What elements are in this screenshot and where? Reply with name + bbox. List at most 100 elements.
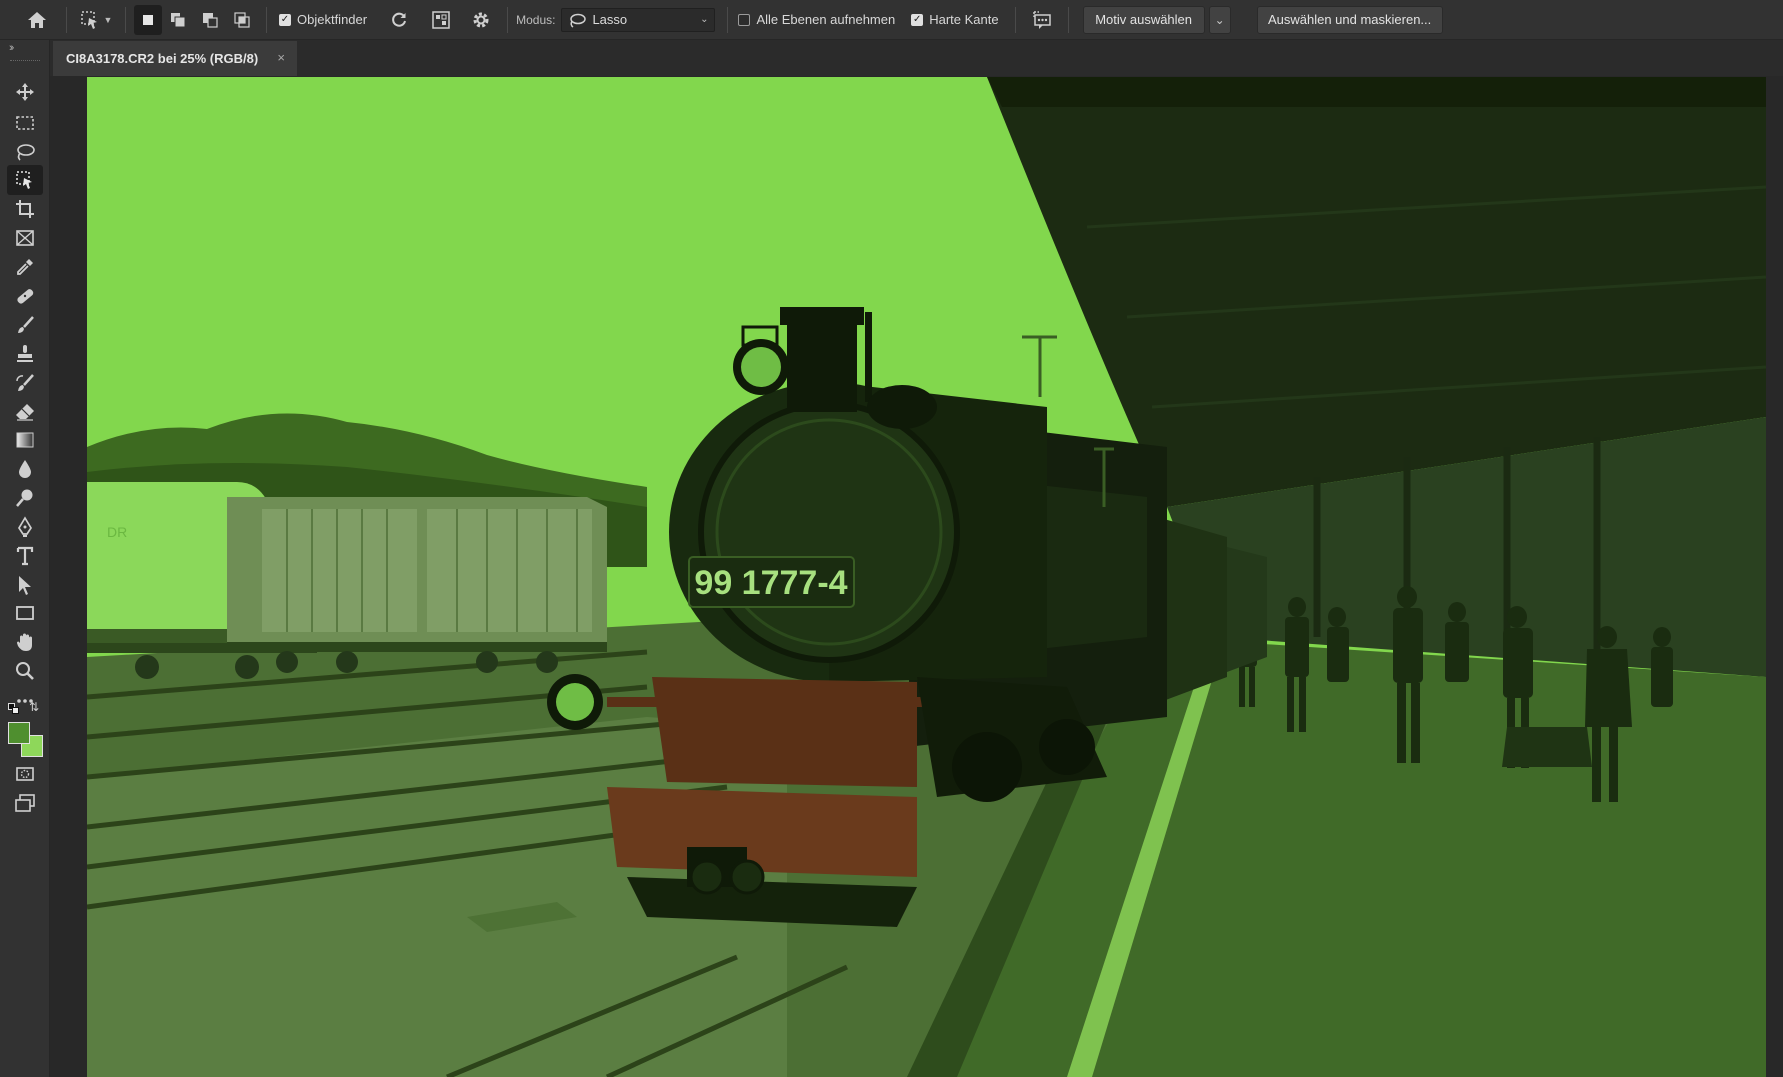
type-tool[interactable] — [7, 541, 43, 571]
object-selection-tool[interactable] — [7, 165, 43, 195]
document-tab-title: CI8A3178.CR2 bei 25% (RGB/8) — [66, 51, 259, 66]
alle-ebenen-checkbox[interactable]: Alle Ebenen aufnehmen — [738, 12, 895, 27]
options-bar: ▼ ✓ Objektfinder Modus: Lasso ⌄ Alle Ebe… — [0, 0, 1783, 40]
healing-brush-icon — [17, 289, 34, 304]
healing-brush-tool[interactable] — [7, 281, 43, 311]
clone-stamp-tool[interactable] — [7, 339, 43, 369]
separator — [727, 6, 729, 33]
screen-mode-icon — [15, 794, 35, 812]
intersect-selection-icon — [234, 11, 250, 28]
separator — [507, 6, 509, 33]
checkbox-checked-icon[interactable]: ✓ — [911, 13, 924, 26]
object-selection-icon — [16, 171, 32, 189]
tools-panel: ›› ⇅ — [0, 40, 50, 1077]
add-selection-icon — [171, 12, 186, 27]
document-tab[interactable]: CI8A3178.CR2 bei 25% (RGB/8) × — [53, 41, 297, 76]
brush-tool[interactable] — [7, 310, 43, 340]
chevron-down-icon: ▼ — [103, 14, 113, 25]
panel-collapse-icon[interactable]: ›› — [9, 42, 15, 54]
path-selection-icon — [19, 576, 31, 595]
history-brush-icon — [16, 374, 34, 391]
subtract-selection-icon — [203, 12, 218, 28]
crop-tool[interactable] — [7, 194, 43, 224]
checkbox-checked-icon[interactable]: ✓ — [279, 13, 291, 26]
chevron-down-icon: ⌄ — [700, 14, 709, 25]
workspace: DR 99 1777-4 — [50, 76, 1783, 1077]
panel-grip[interactable] — [10, 60, 40, 62]
objektfinder-checkbox[interactable]: ✓ Objektfinder — [279, 12, 367, 27]
eraser-icon — [16, 404, 34, 421]
refresh-icon — [392, 12, 407, 27]
gear-icon — [473, 12, 489, 27]
modus-select[interactable]: Lasso ⌄ — [561, 7, 716, 32]
frame-icon — [16, 230, 34, 246]
harte-kante-checkbox[interactable]: ✓ Harte Kante — [911, 12, 999, 27]
rectangle-tool[interactable] — [7, 598, 43, 628]
separator — [66, 6, 67, 33]
blur-tool[interactable] — [7, 454, 43, 484]
document-canvas[interactable]: DR 99 1777-4 — [87, 77, 1766, 1077]
frame-tool[interactable] — [7, 223, 43, 253]
pen-icon — [17, 516, 33, 537]
eyedropper-tool[interactable] — [7, 252, 43, 282]
buffer-beam — [607, 787, 917, 877]
comment-icon — [1032, 10, 1051, 29]
gradient-icon — [16, 432, 34, 448]
history-brush-tool[interactable] — [7, 368, 43, 398]
eyedropper-icon — [17, 259, 33, 275]
lasso-icon — [17, 144, 35, 161]
settings-button[interactable] — [461, 5, 501, 35]
harte-kante-label: Harte Kante — [929, 12, 999, 27]
feedback-button[interactable] — [1024, 5, 1060, 35]
dodge-tool[interactable] — [7, 483, 43, 513]
separator — [125, 6, 126, 33]
hand-icon — [17, 633, 32, 651]
separator — [1067, 6, 1069, 33]
close-icon[interactable]: × — [277, 50, 285, 65]
rect-marquee-tool[interactable] — [7, 108, 43, 138]
default-colors-icon[interactable] — [8, 703, 20, 715]
subtract-from-selection-button[interactable] — [194, 5, 226, 35]
dodge-icon — [16, 489, 33, 507]
new-selection-button[interactable] — [134, 4, 162, 35]
path-selection-tool[interactable] — [7, 570, 43, 600]
quick-mask-icon — [16, 767, 34, 781]
swap-colors-icon[interactable]: ⇅ — [29, 700, 39, 714]
lasso-icon — [570, 13, 587, 28]
show-objects-icon — [432, 10, 450, 29]
pen-tool[interactable] — [7, 512, 43, 542]
intersect-selection-button[interactable] — [226, 5, 258, 35]
tool-preset-picker[interactable]: ▼ — [75, 5, 117, 35]
checkbox-unchecked-icon[interactable] — [738, 13, 751, 26]
show-all-objects-button[interactable] — [421, 5, 461, 35]
gradient-tool[interactable] — [7, 425, 43, 455]
chevron-down-icon: ⌄ — [1214, 12, 1225, 27]
screen-mode-button[interactable] — [7, 788, 43, 818]
crop-icon — [16, 200, 34, 218]
refresh-button[interactable] — [377, 5, 421, 35]
home-icon — [28, 11, 46, 28]
move-tool[interactable] — [7, 77, 43, 107]
modus-value: Lasso — [592, 12, 628, 27]
motiv-auswaehlen-dropdown[interactable]: ⌄ — [1208, 5, 1231, 34]
eraser-tool[interactable] — [7, 397, 43, 427]
hand-tool[interactable] — [7, 627, 43, 657]
motiv-auswaehlen-button[interactable]: Motiv auswählen — [1082, 5, 1205, 34]
auswaehlen-maskieren-button[interactable]: Auswählen und maskieren... — [1256, 5, 1443, 34]
add-to-selection-button[interactable] — [162, 5, 194, 35]
lasso-tool[interactable] — [7, 137, 43, 167]
wagon-marking: DR — [107, 524, 127, 540]
home-button[interactable] — [16, 5, 58, 35]
new-selection-icon — [143, 14, 153, 25]
foreground-color-swatch[interactable] — [8, 722, 30, 744]
box-wagons — [227, 497, 607, 673]
separator — [1014, 6, 1016, 33]
zoom-tool[interactable] — [7, 656, 43, 686]
brush-icon — [18, 316, 34, 333]
move-icon — [16, 83, 34, 101]
zoom-icon — [16, 662, 34, 680]
rect-marquee-icon — [16, 116, 34, 130]
quick-mask-button[interactable] — [7, 759, 43, 789]
locomotive-number: 99 1777-4 — [694, 564, 847, 602]
alle-ebenen-label: Alle Ebenen aufnehmen — [756, 12, 896, 27]
